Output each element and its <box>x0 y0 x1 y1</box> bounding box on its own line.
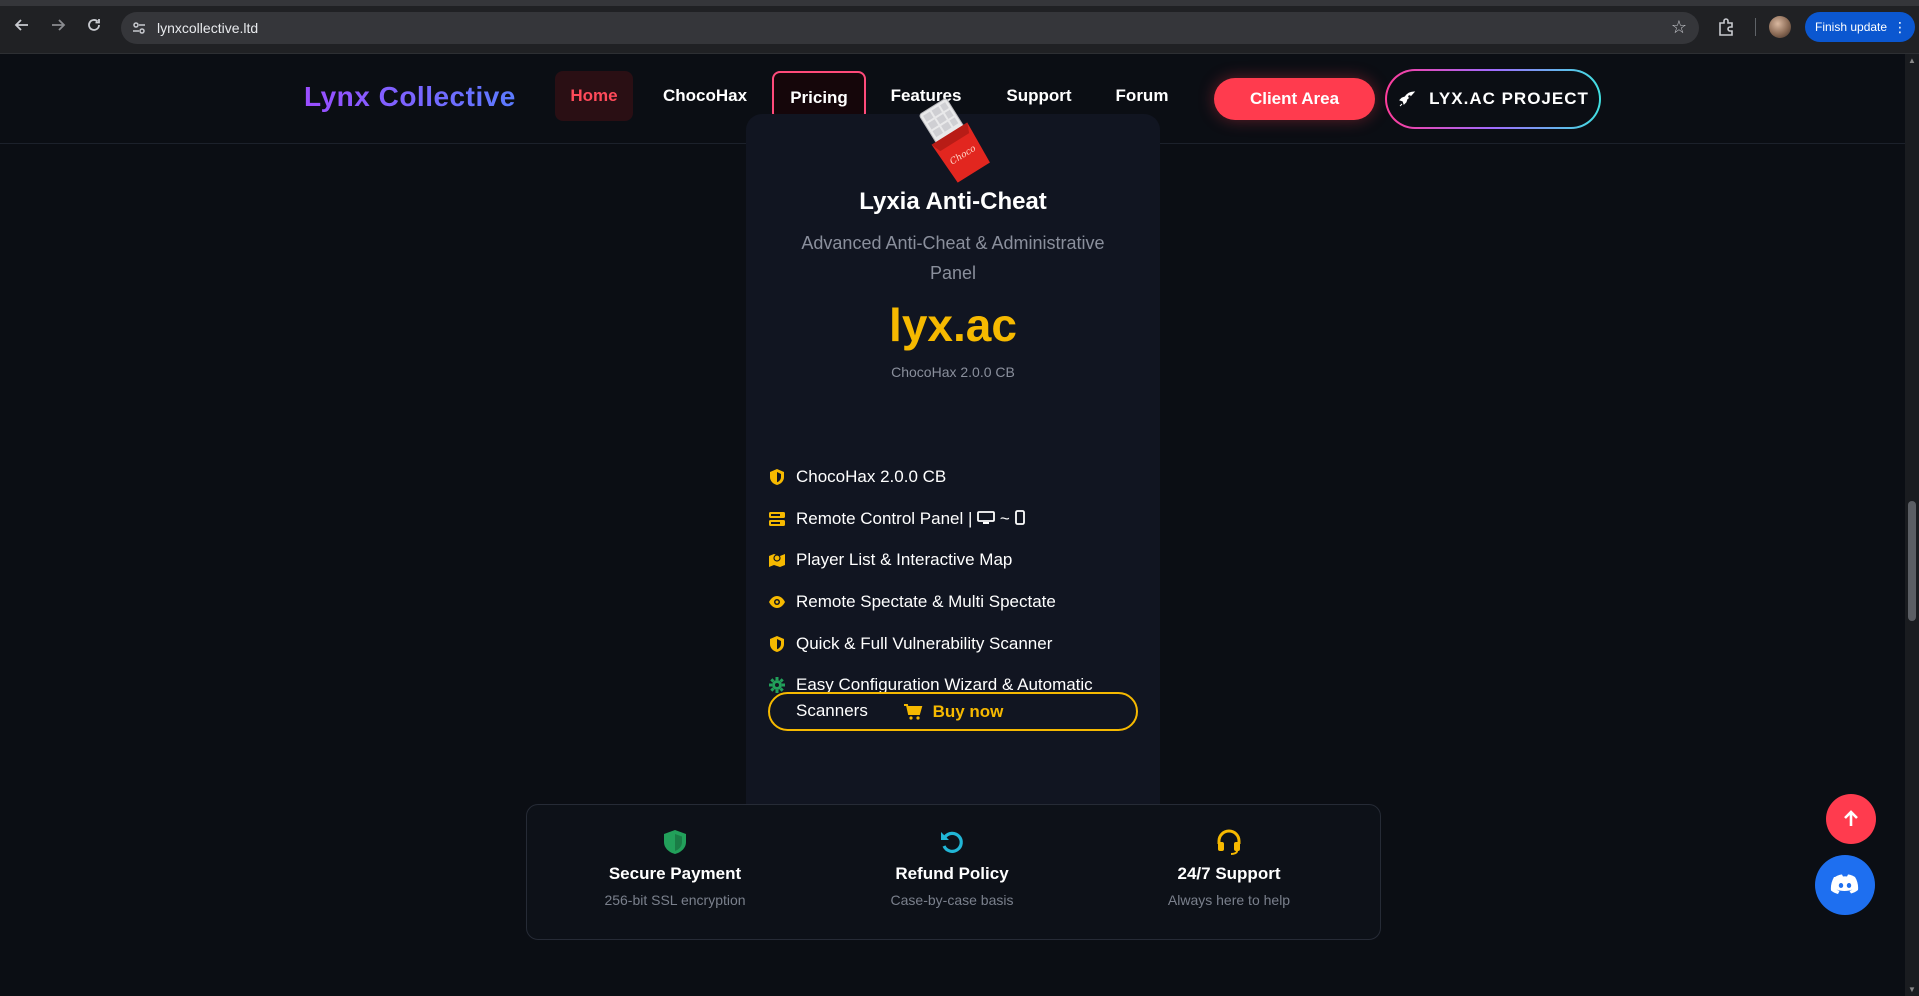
mobile-icon <box>1014 510 1025 525</box>
feature-item: ChocoHax 2.0.0 CB <box>768 464 1116 490</box>
feature-text: Player List & Interactive Map <box>796 550 1013 569</box>
guarantee-subtitle: Always here to help <box>1167 892 1291 908</box>
pricing-card <box>746 114 1160 866</box>
shield-icon <box>770 469 784 485</box>
feature-item: Player List & Interactive Map <box>768 547 1116 573</box>
buy-now-label: Buy now <box>932 701 1004 721</box>
site-logo[interactable]: Lynx Collective <box>304 81 516 113</box>
url-text[interactable]: lynxcollective.ltd <box>157 20 258 36</box>
profile-avatar[interactable] <box>1769 16 1791 38</box>
browser-toolbar: lynxcollective.ltd ☆ Finish update ⋮ <box>0 0 1919 54</box>
server-icon <box>769 512 785 526</box>
feature-item: Remote Control Panel | ~ <box>768 506 1116 532</box>
product-version: ChocoHax 2.0.0 CB <box>891 364 1015 380</box>
feature-item: Remote Spectate & Multi Spectate <box>768 589 1116 615</box>
project-label: LYX.AC PROJECT <box>1429 89 1589 108</box>
reload-button[interactable] <box>82 15 106 39</box>
client-area-button[interactable]: Client Area <box>1214 78 1375 120</box>
product-title: Lyxia Anti-Cheat <box>859 188 1047 215</box>
scrollbar-thumb[interactable] <box>1908 501 1916 621</box>
star-icon[interactable]: ☆ <box>1671 17 1687 38</box>
feature-text: Remote Control Panel | ~ <box>796 506 1116 532</box>
arrow-left-icon <box>14 19 28 31</box>
cart-icon <box>903 703 922 720</box>
guarantee-refund-policy: Refund Policy Case-by-case basis <box>822 828 1082 908</box>
back-button[interactable] <box>10 15 34 39</box>
scroll-to-top-button[interactable] <box>1826 794 1876 844</box>
feature-item: Quick & Full Vulnerability Scanner <box>768 631 1116 657</box>
shield-icon <box>770 636 784 652</box>
feature-text: Remote Spectate & Multi Spectate <box>796 592 1056 611</box>
feature-text: Quick & Full Vulnerability Scanner <box>796 634 1053 653</box>
more-vert-icon: ⋮ <box>1893 19 1907 35</box>
page-scrollbar[interactable]: ▲ ▼ <box>1905 54 1919 996</box>
guarantee-title: Refund Policy <box>895 864 1009 883</box>
discord-button[interactable] <box>1815 855 1875 915</box>
feature-text: ChocoHax 2.0.0 CB <box>796 467 947 486</box>
product-subtitle: Advanced Anti-Cheat & Administrative Pan… <box>801 233 1105 283</box>
guarantee-support: 24/7 Support Always here to help <box>1099 828 1359 908</box>
chocolate-bar-image: Choco <box>919 98 990 183</box>
desktop-icon <box>977 511 996 524</box>
eye-icon <box>769 596 785 608</box>
shield-icon <box>664 830 686 854</box>
nav-chocohax[interactable]: ChocoHax <box>650 71 760 121</box>
lyx-ac-project-button[interactable]: LYX.AC PROJECT <box>1385 69 1601 129</box>
discord-icon <box>1830 874 1859 894</box>
puzzle-icon[interactable] <box>1716 16 1738 38</box>
toolbar-divider <box>1755 18 1756 36</box>
headset-icon <box>1217 829 1241 855</box>
address-bar[interactable]: lynxcollective.ltd ☆ <box>121 12 1699 44</box>
finish-update-button[interactable]: Finish update ⋮ <box>1805 12 1915 42</box>
guarantee-title: Secure Payment <box>608 864 742 883</box>
arrow-up-icon <box>1844 810 1858 826</box>
feature-text-label: Remote Control Panel | <box>796 509 973 528</box>
buy-now-button[interactable]: Buy now <box>768 692 1138 731</box>
guarantee-secure-payment: Secure Payment 256-bit SSL encryption <box>545 828 805 908</box>
map-icon <box>769 554 785 567</box>
forward-button[interactable] <box>46 15 70 39</box>
undo-icon <box>941 831 963 853</box>
nav-home[interactable]: Home <box>555 71 633 121</box>
guarantee-subtitle: Case-by-case basis <box>890 892 1014 908</box>
product-price: lyx.ac <box>889 299 1017 351</box>
finish-update-label: Finish update <box>1815 20 1888 34</box>
arrow-right-icon <box>52 19 66 31</box>
rocket-icon <box>1399 91 1416 107</box>
reload-icon <box>88 19 100 31</box>
guarantee-subtitle: 256-bit SSL encryption <box>604 892 746 908</box>
site-info-icon[interactable] <box>131 20 147 36</box>
scroll-up-arrow-icon[interactable]: ▲ <box>1908 56 1916 65</box>
guarantee-title: 24/7 Support <box>1177 864 1281 883</box>
scroll-down-arrow-icon[interactable]: ▼ <box>1908 985 1916 994</box>
tab-strip <box>0 0 1919 6</box>
feature-text-separator: ~ <box>999 509 1010 528</box>
